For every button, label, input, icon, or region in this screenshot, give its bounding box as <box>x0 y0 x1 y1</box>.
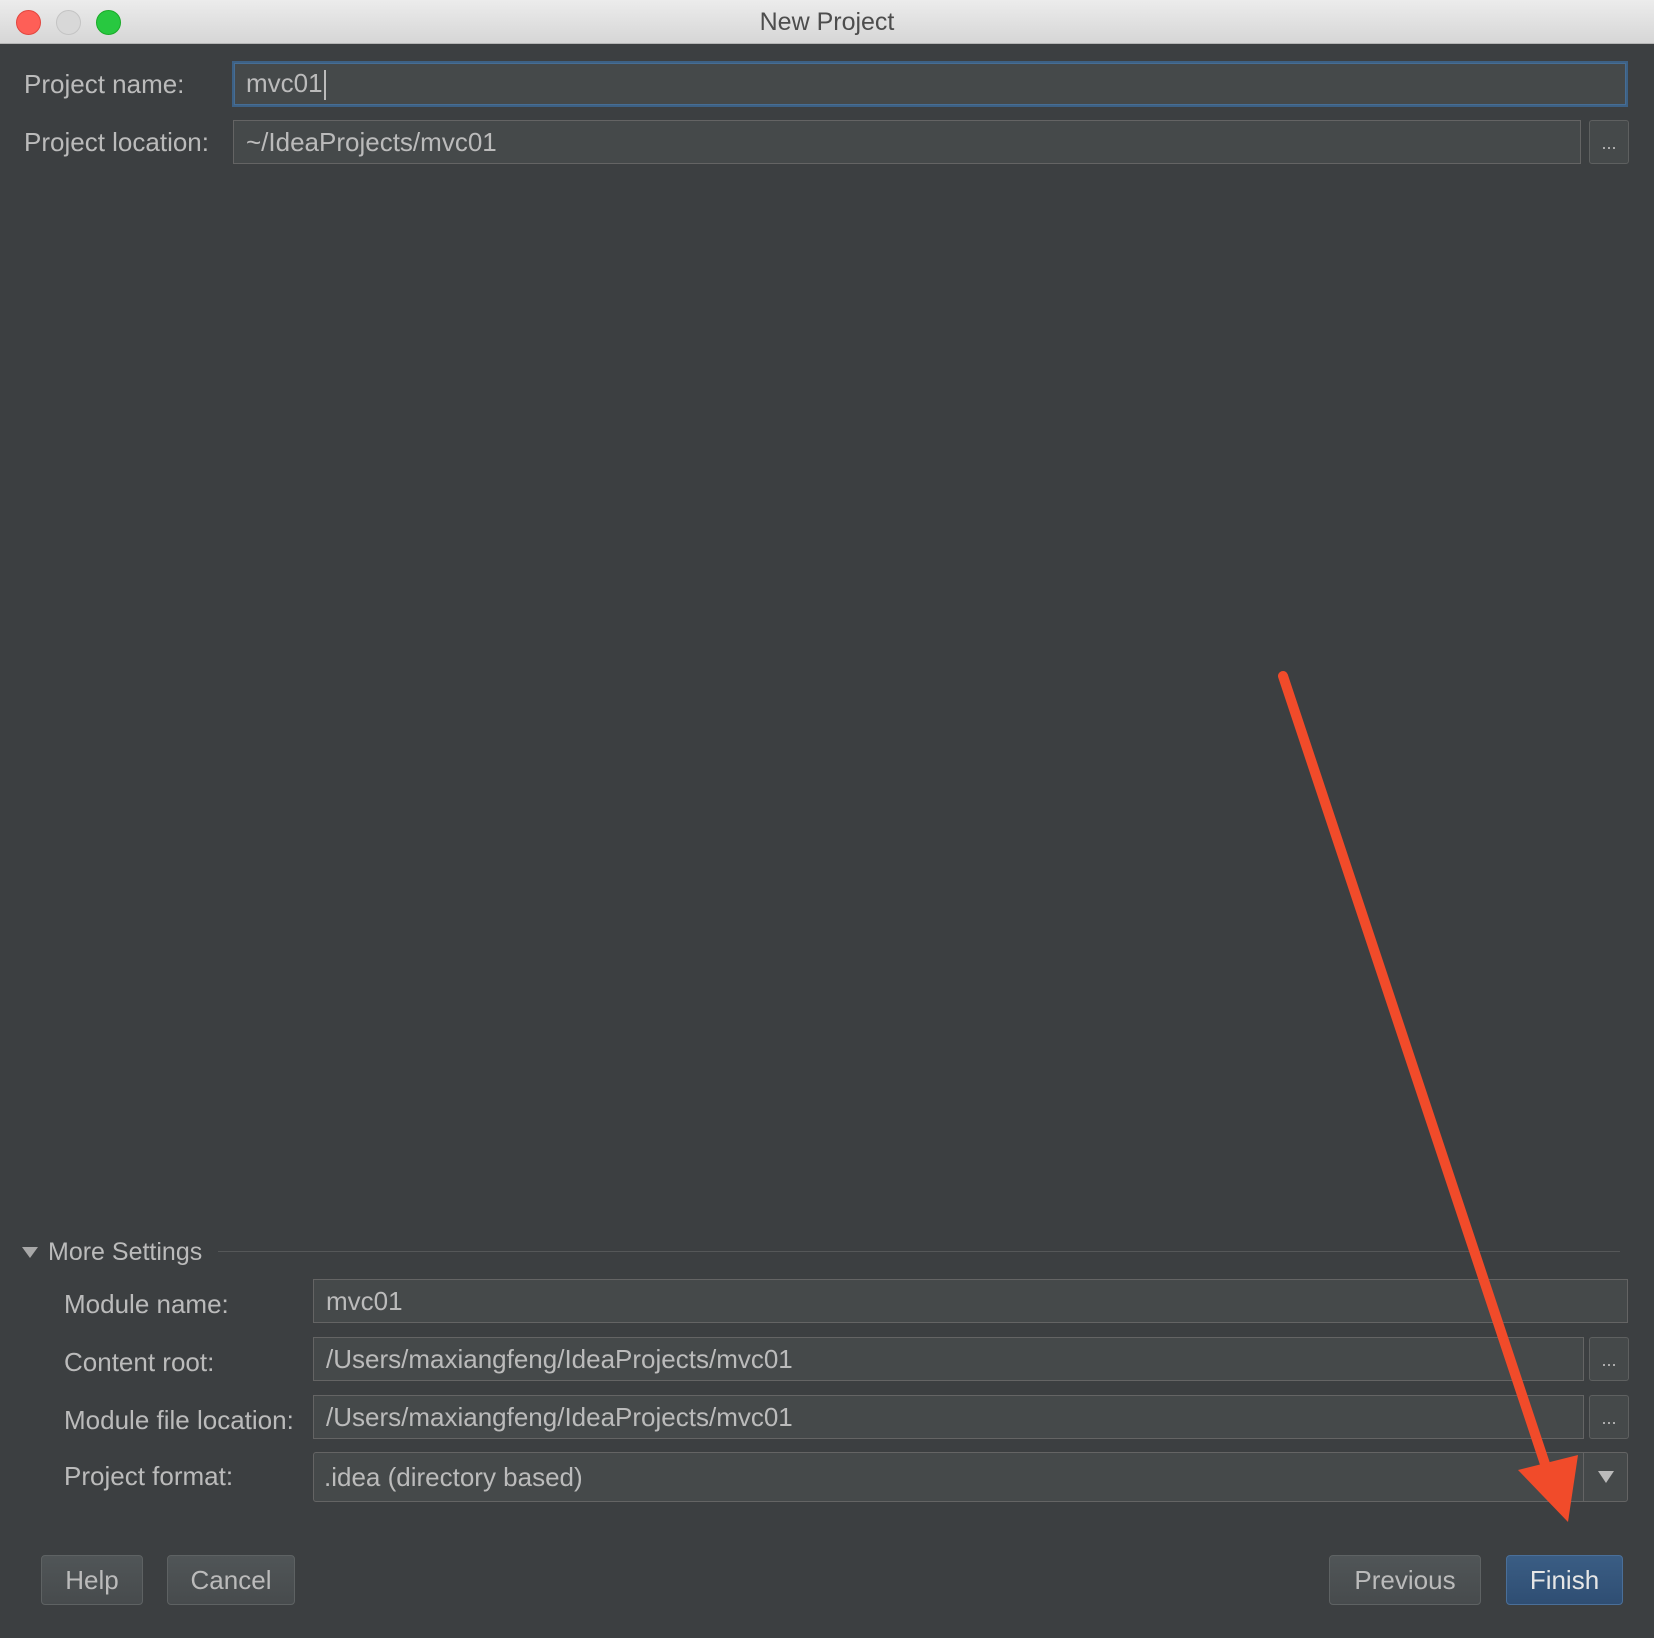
module-file-location-browse-button[interactable]: ... <box>1589 1395 1629 1439</box>
text-caret <box>323 70 326 101</box>
help-button[interactable]: Help <box>41 1555 143 1605</box>
module-file-location-input[interactable]: /Users/maxiangfeng/IdeaProjects/mvc01 <box>313 1395 1584 1439</box>
more-settings-toggle[interactable]: More Settings <box>22 1237 202 1267</box>
project-format-value: .idea (directory based) <box>324 1462 583 1492</box>
window-title: New Project <box>759 8 895 36</box>
chevron-down-icon <box>1597 1471 1614 1483</box>
cancel-button[interactable]: Cancel <box>167 1555 295 1605</box>
project-name-label: Project name: <box>24 69 185 99</box>
project-location-browse-button[interactable]: ... <box>1589 120 1629 164</box>
module-name-input[interactable]: mvc01 <box>313 1279 1628 1323</box>
arrow-annotation-icon <box>1278 671 1578 1522</box>
new-project-dialog: New Project Project name: mvc01 Project … <box>0 0 1654 1638</box>
project-format-select[interactable]: .idea (directory based) <box>313 1452 1628 1502</box>
project-format-label: Project format: <box>64 1461 234 1491</box>
dropdown-arrow[interactable] <box>1583 1453 1627 1501</box>
project-name-input[interactable]: mvc01 <box>232 61 1628 107</box>
project-name-value: mvc01 <box>246 68 323 98</box>
project-location-label: Project location: <box>24 127 209 157</box>
module-file-location-label: Module file location: <box>64 1405 294 1435</box>
content-root-label: Content root: <box>64 1347 215 1377</box>
triangle-down-icon <box>22 1246 38 1258</box>
content-root-browse-button[interactable]: ... <box>1589 1337 1629 1381</box>
project-location-input[interactable]: ~/IdeaProjects/mvc01 <box>233 120 1581 164</box>
previous-button[interactable]: Previous <box>1329 1555 1481 1605</box>
finish-button[interactable]: Finish <box>1506 1555 1623 1605</box>
section-divider <box>218 1251 1620 1252</box>
module-name-label: Module name: <box>64 1289 229 1319</box>
content-root-input[interactable]: /Users/maxiangfeng/IdeaProjects/mvc01 <box>313 1337 1584 1381</box>
title-bar: New Project <box>0 0 1654 44</box>
more-settings-label: More Settings <box>48 1237 203 1266</box>
